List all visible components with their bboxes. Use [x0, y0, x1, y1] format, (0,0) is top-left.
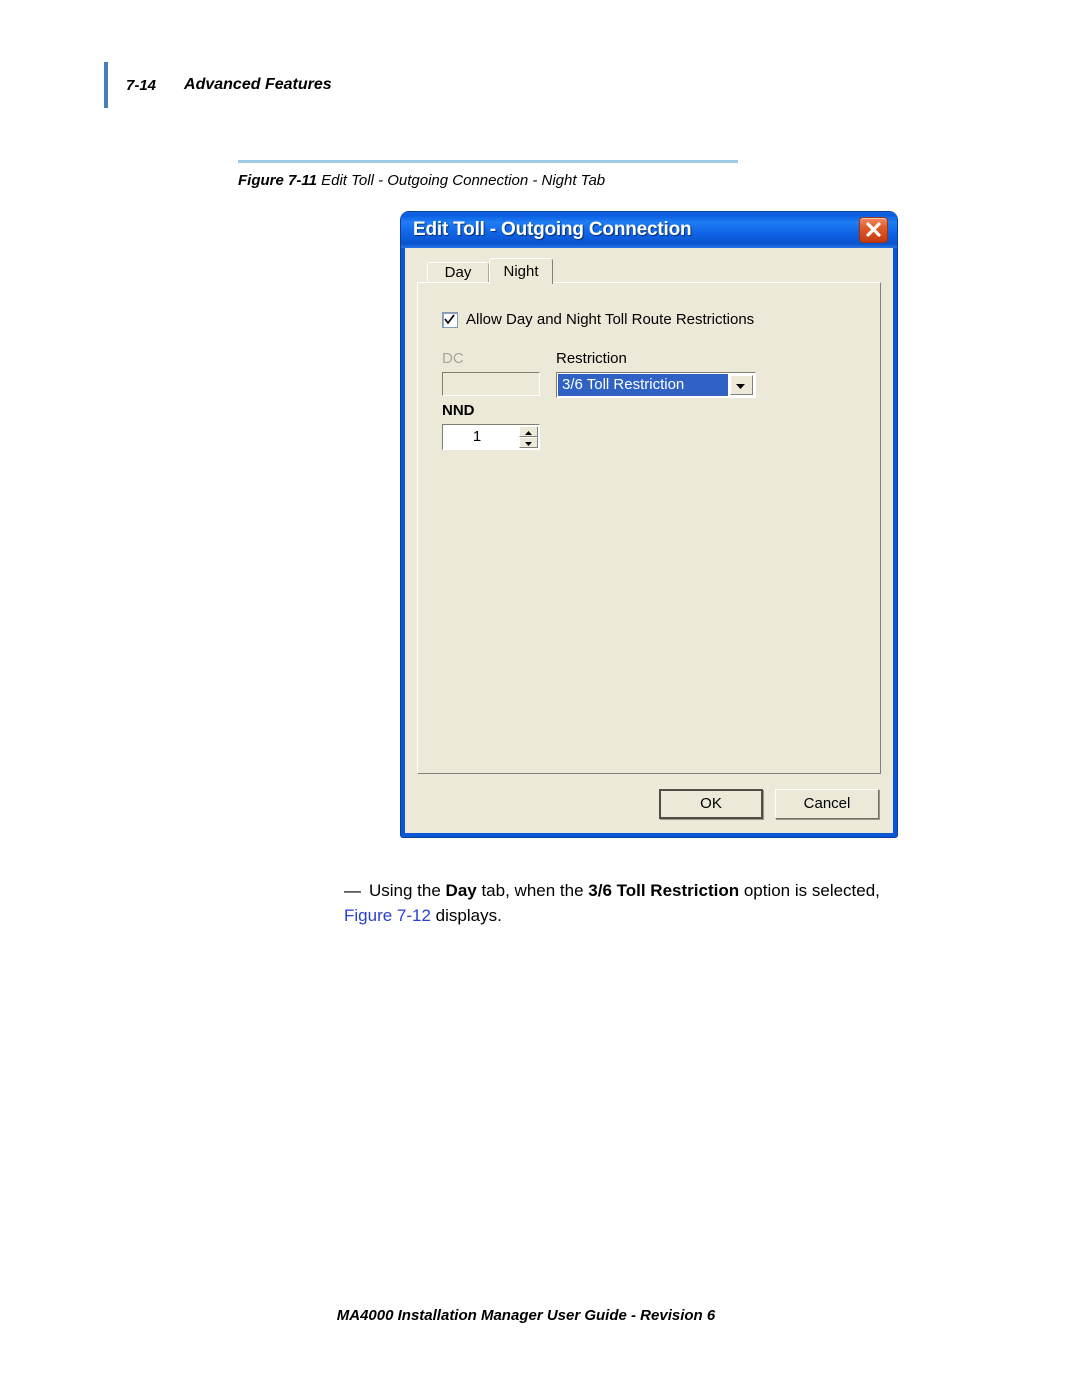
dialog-titlebar: Edit Toll - Outgoing Connection [401, 212, 897, 248]
triangle-up-icon[interactable] [519, 426, 538, 437]
triangle-down-icon[interactable] [519, 437, 538, 448]
page-footer-text: MA4000 Installation Manager User Guide -… [336, 1307, 716, 1324]
dc-label: DC [442, 350, 464, 367]
allow-restrictions-checkbox[interactable] [442, 311, 458, 328]
nnd-stepper[interactable]: 1 [442, 424, 540, 450]
dialog-button-row: OK Cancel [659, 789, 879, 819]
checkmark-icon [444, 313, 455, 324]
allow-restrictions-label: Allow Day and Night Toll Route Restricti… [466, 311, 755, 328]
figure-caption: Figure 7-11 Edit Toll - Outgoing Connect… [238, 172, 758, 189]
body-bold-restriction: 3/6 Toll Restriction [588, 881, 740, 900]
nnd-value[interactable]: 1 [443, 425, 519, 449]
tab-night[interactable]: Night [489, 258, 553, 284]
restriction-combobox[interactable]: 3/6 Toll Restriction [556, 372, 756, 398]
dialog-body: Day Night Allow Day and Night Toll Route… [405, 248, 893, 833]
caption-divider [238, 160, 738, 163]
dc-input[interactable] [442, 372, 540, 396]
dialog-title: Edit Toll - Outgoing Connection [413, 219, 692, 240]
body-part1: Using the [369, 881, 446, 900]
tab-day[interactable]: Day [427, 262, 489, 283]
body-part3: option is selected, [739, 881, 880, 900]
figure-caption-label: Figure 7-11 [238, 172, 317, 189]
page-footer: MA4000 Installation Manager User Guide -… [0, 1307, 1080, 1324]
figure-caption-text: Edit Toll - Outgoing Connection - Night … [321, 172, 606, 189]
page-number: 7-14 [126, 76, 157, 94]
nnd-spinner-buttons [519, 426, 538, 448]
tabstrip: Day Night [427, 258, 881, 284]
restriction-selected-value[interactable]: 3/6 Toll Restriction [558, 374, 728, 396]
fields-group: DC NND 1 Restriction 3/6 Toll Restrictio… [438, 350, 864, 460]
body-part2: tab, when the [476, 881, 589, 900]
tab-panel-night: Allow Day and Night Toll Route Restricti… [417, 282, 881, 774]
restriction-label: Restriction [556, 350, 627, 367]
figure-cross-reference[interactable]: Figure 7-12 [344, 906, 431, 925]
body-paragraph: — Using the Day tab, when the 3/6 Toll Re… [344, 878, 924, 928]
bullet-dash: — [344, 881, 361, 900]
body-bold-day: Day [445, 881, 477, 900]
header-accent-rule [104, 62, 108, 108]
page-header: 7-14 Advanced Features [104, 62, 332, 108]
body-part4: displays. [430, 906, 502, 925]
close-icon[interactable] [859, 217, 888, 243]
ok-button[interactable]: OK [659, 789, 763, 819]
chevron-down-icon[interactable] [730, 375, 753, 395]
nnd-label: NND [442, 402, 475, 419]
page-section-title: Advanced Features [184, 76, 332, 93]
edit-toll-dialog: Edit Toll - Outgoing Connection Day Nigh… [401, 212, 897, 837]
allow-restrictions-row[interactable]: Allow Day and Night Toll Route Restricti… [442, 311, 864, 328]
cancel-button[interactable]: Cancel [775, 789, 879, 819]
figure-caption-block: Figure 7-11 Edit Toll - Outgoing Connect… [238, 160, 758, 189]
